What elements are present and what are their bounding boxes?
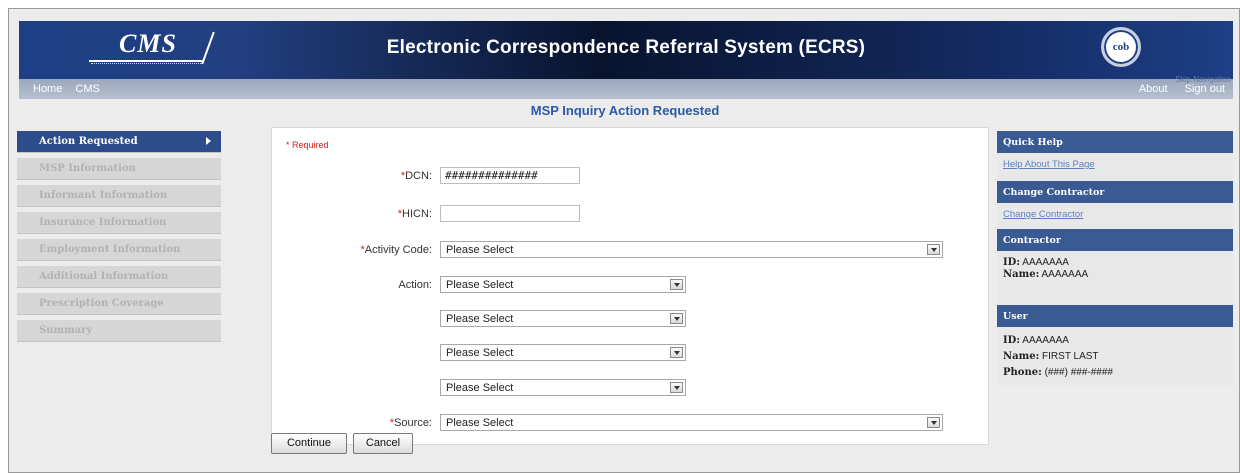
cancel-button[interactable]: Cancel [353, 433, 413, 454]
top-nav: Home CMS Skip Navigation About Sign out [19, 75, 1233, 99]
sidebar-item-prescription-coverage[interactable]: Prescription Coverage [17, 293, 221, 315]
sidebar-item-additional-information[interactable]: Additional Information [17, 266, 221, 288]
sidebar-item-informant-information[interactable]: Informant Information [17, 185, 221, 207]
dcn-field[interactable]: ############## [440, 167, 580, 184]
continue-button[interactable]: Continue [271, 433, 347, 454]
source-select[interactable]: Please Select [440, 414, 943, 431]
quick-help-heading: Quick Help [997, 131, 1233, 153]
arrow-right-icon [206, 137, 211, 145]
cob-logo: cob [1101, 27, 1141, 67]
chevron-down-icon [670, 313, 683, 324]
activity-code-label: *Activity Code: [360, 244, 432, 256]
change-contractor-heading: Change Contractor [997, 181, 1233, 203]
right-panel: Quick Help Help About This Page Change C… [997, 131, 1233, 385]
action-label: Action: [398, 279, 432, 291]
sidebar-item-action-requested[interactable]: Action Requested [17, 131, 221, 153]
chevron-down-icon [670, 279, 683, 290]
nav-home-link[interactable]: Home [33, 83, 62, 95]
action-select-2[interactable]: Please Select [440, 310, 686, 327]
contractor-info: ID: AAAAAAA Name: AAAAAAA [997, 251, 1233, 305]
contractor-heading: Contractor [997, 229, 1233, 251]
sidebar-item-msp-information[interactable]: MSP Information [17, 158, 221, 180]
nav-cms-link[interactable]: CMS [75, 83, 99, 95]
help-about-page-link[interactable]: Help About This Page [1003, 159, 1095, 170]
required-note: * Required [286, 140, 329, 150]
nav-about-link[interactable]: About [1139, 83, 1168, 95]
hicn-field[interactable] [440, 205, 580, 222]
action-select-3[interactable]: Please Select [440, 344, 686, 361]
action-select-1[interactable]: Please Select [440, 276, 686, 293]
header-banner: CMS Electronic Correspondence Referral S… [19, 21, 1233, 79]
hicn-label: *HICN: [397, 208, 432, 220]
sidebar-item-summary[interactable]: Summary [17, 320, 221, 342]
app-window: CMS Electronic Correspondence Referral S… [8, 8, 1240, 473]
chevron-down-icon [670, 382, 683, 393]
change-contractor-link[interactable]: Change Contractor [1003, 209, 1083, 220]
chevron-down-icon [670, 347, 683, 358]
app-title: Electronic Correspondence Referral Syste… [386, 37, 866, 58]
activity-code-select[interactable]: Please Select [440, 241, 943, 258]
page-title: MSP Inquiry Action Requested [530, 103, 720, 118]
user-info: ID: AAAAAAA Name: FIRST LAST Phone: (###… [997, 327, 1233, 385]
user-heading: User [997, 305, 1233, 327]
sidebar-item-employment-information[interactable]: Employment Information [17, 239, 221, 261]
sidebar-item-insurance-information[interactable]: Insurance Information [17, 212, 221, 234]
sidebar-nav: Action Requested MSP Information Informa… [17, 131, 221, 347]
dcn-label: *DCN: [400, 170, 432, 182]
action-select-4[interactable]: Please Select [440, 379, 686, 396]
chevron-down-icon [927, 417, 940, 428]
nav-signout-link[interactable]: Sign out [1185, 83, 1225, 95]
chevron-down-icon [927, 244, 940, 255]
action-requested-form: * Required *DCN: ############## *HICN: *… [271, 127, 989, 445]
source-label: *Source: [389, 417, 432, 429]
